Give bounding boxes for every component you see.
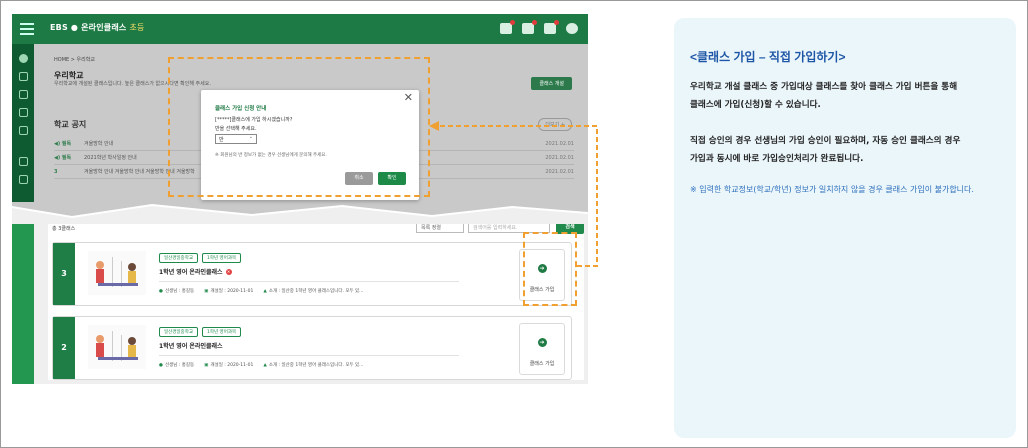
subject-tag: 1학년 영어과목 (201, 327, 242, 337)
subject-tag: 1학년 영어과목 (201, 253, 242, 263)
class-card: 2 일산경일중학교 1학년 영어과목 1학년 영어 온라인클래스 ● 선생님 : … (52, 316, 572, 380)
card-tags: 일산경일중학교 1학년 영어과목 (159, 253, 242, 263)
explanation-panel: <클래스 가입 – 직접 가입하기> 우리학교 개설 클래스 중 가입대상 클래… (674, 18, 1016, 438)
cart-icon[interactable] (522, 20, 537, 34)
bell-icon[interactable] (544, 20, 559, 34)
panel-note: ※ 입력한 학교정보(학교/학년) 정보가 일치하지 않을 경우 클래스 가입이… (690, 185, 974, 194)
settings-icon[interactable] (18, 157, 28, 166)
sidebar-strip (12, 219, 34, 384)
logo[interactable]: EBS ● 온라인클래스 초등 (50, 22, 145, 33)
panel-paragraph-1: 우리학교 개설 클래스 중 가입대상 클래스를 찾아 클래스 가입 버튼을 통해… (690, 82, 958, 110)
message-icon[interactable] (500, 20, 515, 34)
class-meta: ● 선생님 : 홍길동 ▣ 개설일 : 2020-11-01 ▲ 소개 : 일산중 1… (159, 363, 364, 368)
school-tag: 일산경일중학교 (159, 253, 198, 263)
card-tags: 일산경일중학교 1학년 영어과목 (159, 327, 242, 337)
class-meta: ● 선생님 : 홍길동 ▣ 개설일 : 2020-11-01 ▲ 소개 : 일산중 1… (159, 289, 364, 294)
callout-connector (429, 121, 598, 267)
card-number: 2 (53, 317, 75, 379)
calendar-icon: ▣ (204, 363, 209, 368)
avatar-icon[interactable] (18, 54, 28, 63)
class-title: 1학년 영어 온라인클래스 (159, 343, 223, 350)
book-icon[interactable] (18, 90, 28, 99)
home-icon[interactable] (18, 72, 28, 81)
modal-highlight (168, 57, 430, 197)
bell-icon: ▲ (263, 289, 267, 294)
menu-icon[interactable] (20, 23, 34, 35)
notice-title: 학교 공지 (54, 120, 87, 129)
divider (159, 355, 459, 356)
join-class-button[interactable]: ➔ 클래스 가입 (519, 323, 565, 375)
class-count: 총 3클래스 (52, 226, 76, 232)
top-bar: EBS ● 온라인클래스 초등 (12, 14, 588, 44)
top-bar-icons (500, 20, 578, 34)
panel-paragraph-2: 직접 승인의 경우 선생님의 가입 승인이 필요하며, 자동 승인 클래스의 경… (690, 136, 961, 164)
panel-title: <클래스 가입 – 직접 가입하기> (690, 50, 846, 64)
flag-icon[interactable] (18, 108, 28, 117)
settings-alt-icon[interactable] (18, 175, 28, 184)
create-class-button[interactable]: 클래스 개설 (531, 77, 572, 90)
closed-icon: ✕ (225, 268, 232, 275)
divider (159, 281, 459, 282)
person-icon: ● (159, 363, 163, 368)
bell-icon: ▲ (263, 363, 267, 368)
user-icon[interactable] (566, 23, 578, 34)
card-number: 3 (53, 243, 75, 305)
class-thumbnail (88, 325, 146, 369)
school-tag: 일산경일중학교 (159, 327, 198, 337)
class-thumbnail (88, 251, 146, 295)
headset-icon[interactable] (18, 126, 28, 135)
class-title: 1학년 영어 온라인클래스 ✕ (159, 268, 232, 276)
arrow-right-icon: ➔ (537, 338, 547, 347)
person-icon: ● (159, 289, 163, 294)
breadcrumb: HOME > 우리학교 (54, 57, 95, 63)
calendar-icon: ▣ (204, 289, 209, 294)
